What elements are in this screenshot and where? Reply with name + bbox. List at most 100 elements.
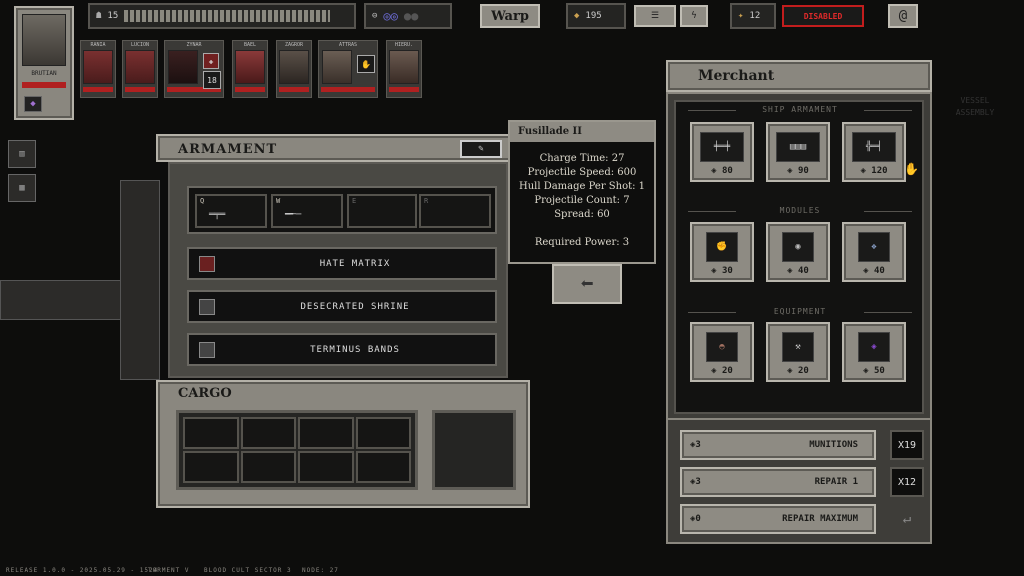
captain-portrait [22, 14, 66, 66]
cargo-slot[interactable] [355, 417, 411, 449]
captain-panel[interactable]: BRUTIAN ◆ [14, 6, 74, 120]
tooltip-line: Projectile Speed: 600 [527, 167, 637, 178]
merchant-item[interactable]: ✊ ◈ 30 [690, 222, 754, 282]
price-value: 120 [871, 166, 888, 176]
weapon-slot-w[interactable]: W ━╾─ [271, 194, 343, 228]
gun-icon: ━╾─ [285, 210, 302, 220]
buy-repair-button[interactable]: ◈3 REPAIR 1 [680, 467, 876, 497]
merchant-item[interactable]: ◓ ◈ 20 [690, 322, 754, 382]
cargo-slot[interactable] [298, 451, 354, 483]
lightning-icon[interactable]: ϟ [680, 5, 708, 27]
module-label: TERMINUS BANDS [310, 344, 400, 355]
armament-title: ARMAMENT [178, 142, 278, 157]
background-pipe [120, 180, 160, 380]
weapon-icon: ▤▤▤ [776, 132, 820, 162]
background-label-line: VESSEL [960, 96, 990, 105]
warp-button[interactable]: Warp [480, 4, 540, 28]
munitions-qty: X19 [890, 430, 924, 460]
module-label: DESECRATED SHRINE [300, 301, 410, 312]
scrap-count: 195 [585, 11, 602, 21]
fist-module-icon: ✊ [706, 232, 738, 262]
cost: ◈3 [690, 440, 701, 450]
price: ◈ 120 [860, 166, 888, 176]
crew-card[interactable]: BAEL [232, 40, 268, 98]
cargo-panel: CARGO [156, 380, 530, 508]
crew-card[interactable]: ZAGROR [276, 40, 312, 98]
fuel-segment: ✦ 12 [730, 3, 776, 29]
crew-portrait [168, 50, 198, 84]
price-value: 90 [798, 166, 809, 176]
merchant-item[interactable]: ◈ ◈ 50 [842, 322, 906, 382]
crew-card[interactable]: RANIA [80, 40, 116, 98]
crew-name: ZYNAR [186, 42, 202, 48]
crew-card[interactable]: ZYNAR ✚ 18 [164, 40, 224, 98]
cargo-slot[interactable] [298, 417, 354, 449]
footer-sector: BLOOD CULT SECTOR 3 [204, 567, 292, 574]
module-row[interactable]: DESECRATED SHRINE [187, 290, 497, 323]
buy-repair-maximum-button[interactable]: ◈0 REPAIR MAXIMUM [680, 504, 876, 534]
footer-torment: TORMENT V [148, 567, 190, 574]
price: ◈ 90 [787, 166, 809, 176]
crew-health-bar [83, 87, 113, 92]
crew-name: ZAGROR [284, 42, 304, 48]
ship-view-icon[interactable]: ▦ [8, 174, 36, 202]
buy-label: REPAIR 1 [814, 477, 858, 487]
crew-view-icon[interactable]: ▥ [8, 140, 36, 168]
medical-icon: ✚ [203, 53, 219, 69]
background-label-line: ASSEMBLY [955, 108, 995, 117]
price: ◈ 40 [787, 266, 809, 276]
tooltip-line [510, 222, 654, 236]
rune-icon: ◈ [858, 332, 890, 362]
crew-icon: ☗ [96, 11, 102, 21]
price-value: 20 [722, 366, 733, 376]
cargo-slot[interactable] [183, 451, 239, 483]
merchant-item[interactable]: ╬═╡ ◈ 120 [842, 122, 906, 182]
cost: ◈0 [690, 514, 701, 524]
slot-key: E [352, 197, 357, 205]
tooltip-line: Projectile Count: 7 [534, 195, 630, 206]
crew-card[interactable]: HIERU. [386, 40, 422, 98]
captain-ability-icon[interactable]: ◆ [24, 96, 42, 112]
return-arrow-icon[interactable]: ↵ [890, 506, 924, 532]
captain-name: BRUTIAN [31, 70, 57, 77]
merchant-item[interactable]: ⚒ ◈ 20 [766, 322, 830, 382]
weapon-slot-q[interactable]: Q ═╤═ [195, 194, 267, 228]
module-row[interactable]: HATE MATRIX [187, 247, 497, 280]
crew-card[interactable]: ATTRAS ✋ [318, 40, 378, 98]
cargo-slot[interactable] [355, 451, 411, 483]
crew-card[interactable]: LUCION [122, 40, 158, 98]
module-row[interactable]: TERMINUS BANDS [187, 333, 497, 366]
crew-name: ATTRAS [338, 42, 358, 48]
weapon-slot-r[interactable]: R [419, 194, 491, 228]
armament-header: ARMAMENT ✎ [156, 134, 512, 162]
price-value: 20 [798, 366, 809, 376]
buy-munitions-button[interactable]: ◈3 MUNITIONS [680, 430, 876, 460]
merchant-item[interactable]: ╪═╪ ◈ 80 [690, 122, 754, 182]
price-value: 50 [874, 366, 885, 376]
scrap-segment: ◆ 195 [566, 3, 626, 29]
missions-button[interactable]: ☰ [634, 5, 676, 27]
unequip-icon[interactable]: ✎ [460, 140, 502, 158]
settings-swirl-icon[interactable]: @ [888, 4, 918, 28]
cost: ◈3 [690, 477, 701, 487]
crew-health-bar [279, 87, 309, 92]
cargo-special-slot[interactable] [432, 410, 516, 490]
footer-release: RELEASE 1.0.0 - 2025.05.29 - 1524 [6, 567, 159, 574]
cargo-slot[interactable] [240, 417, 296, 449]
crew-health-bar [389, 87, 419, 92]
price-value: 80 [722, 166, 733, 176]
merchant-item[interactable]: ❖ ◈ 40 [842, 222, 906, 282]
weapon-slot-e[interactable]: E [347, 194, 417, 228]
back-arrow-icon[interactable]: ⬅ [552, 264, 622, 304]
merchant-item[interactable]: ▤▤▤ ◈ 90 [766, 122, 830, 182]
cargo-slot[interactable] [240, 451, 296, 483]
merchant-item[interactable]: ◉ ◈ 40 [766, 222, 830, 282]
crew-portrait [279, 50, 309, 84]
cargo-slot[interactable] [183, 417, 239, 449]
merchant-header: Merchant [666, 60, 932, 92]
crew-name: LUCION [130, 42, 150, 48]
weapon-tooltip: Fusillade II Charge Time: 27 Projectile … [508, 120, 656, 264]
slot-key: W [276, 197, 281, 205]
weapon-slots: Q ═╤═ W ━╾─ E R [187, 186, 497, 234]
cursor-icon: ✋ [904, 162, 919, 176]
